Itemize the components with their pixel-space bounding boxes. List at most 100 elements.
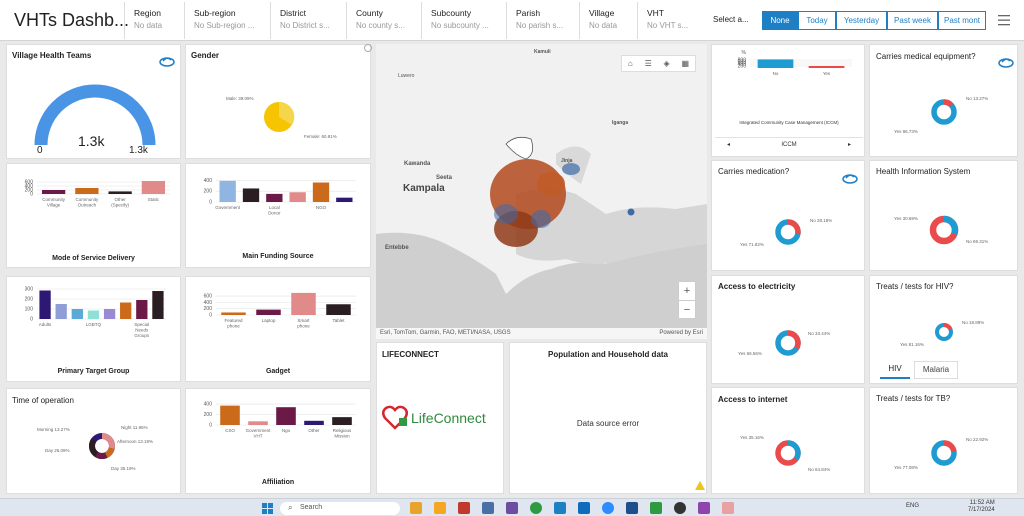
panel-access-electricity: Access to electricity No 33.44% Yes 66.5… [711,275,865,384]
bar-2[interactable] [71,309,83,319]
filter-sub-region[interactable]: Sub-region No Sub-region ... [184,2,270,39]
bar-1[interactable] [256,309,281,315]
gauge-min: 0 [37,145,43,156]
filter-parish[interactable]: Parish No parish s... [506,2,579,39]
chart-title: Affiliation [261,479,295,486]
bar-4[interactable] [332,417,352,425]
panel-title: Treats / tests for TB? [876,394,951,403]
filter-region[interactable]: Region No data [124,2,184,39]
bar-4[interactable] [312,182,330,203]
zoom-icon[interactable] [602,502,614,514]
bar-0[interactable] [220,405,240,425]
map-toolbar: ⌂ ☰ ◈ ▦ [621,55,696,72]
bar-0[interactable] [219,180,236,202]
zoom-out-button[interactable]: − [679,300,695,319]
bar-2[interactable] [276,407,296,425]
app-icon[interactable] [626,502,638,514]
app-icon[interactable] [458,502,470,514]
panel-village-health-teams: Village Health Teams 1.3k 0 1.3k [6,44,181,159]
app-icon[interactable] [650,502,662,514]
app-icon[interactable] [698,502,710,514]
app-icon[interactable] [506,502,518,514]
map-canvas[interactable]: Kamuli Luwero Kawanda Seeta Kampala Igan… [376,44,707,339]
date-option-today[interactable]: Today [798,11,836,30]
y-tick-label: 0 [209,313,212,319]
layer-list-icon[interactable]: ☰ [645,59,652,68]
app-icon[interactable] [722,502,734,514]
bar-1[interactable] [55,304,67,319]
zoom-in-button[interactable]: + [679,282,695,300]
hamburger-menu-icon[interactable] [998,13,1010,26]
tab-hiv[interactable]: HIV [880,361,910,379]
bar-7[interactable] [152,291,164,319]
bar-2[interactable] [291,292,316,315]
donut-medication: No 28.18% Yes 71.82% [740,218,832,247]
bar-1[interactable] [242,188,260,202]
date-option-past-week[interactable]: Past week [887,11,938,30]
layers-icon[interactable]: ◈ [664,59,670,68]
language-indicator[interactable]: ENG [906,503,919,509]
bar-0[interactable] [757,59,794,68]
bar-5[interactable] [120,302,132,320]
chart-primary-target-group: 0 100 200 300 Adults LGBTQ SpecialNeedsGroups [25,287,166,338]
home-icon[interactable]: ⌂ [628,59,633,68]
tab-malaria[interactable]: Malaria [914,361,958,379]
bar-1[interactable] [808,66,845,68]
bar-0[interactable] [41,190,66,194]
bar-6[interactable] [136,300,148,319]
chart-title: Main Funding Source [242,253,314,260]
filter-vht[interactable]: VHT No VHT s... [637,2,703,39]
filter-county[interactable]: County No county s... [346,2,421,39]
bar-2[interactable] [266,193,283,202]
x-tick-label: LGBTQ [86,322,102,327]
expand-icon[interactable] [364,44,372,52]
bar-4[interactable] [103,309,116,319]
bar-5[interactable] [336,197,353,202]
map-view[interactable]: Kamuli Luwero Kawanda Seeta Kampala Igan… [376,44,707,339]
bar-2[interactable] [108,191,132,194]
x-tick-label: Religious [333,428,352,433]
folder-icon[interactable] [434,502,446,514]
chrome-icon[interactable] [530,502,542,514]
date-option-past-month[interactable]: Past mont [938,11,986,30]
bar-3[interactable] [326,304,351,315]
chart-title: Mode of Service Delivery [52,255,135,262]
filter-subcounty[interactable]: Subcounty No subcounty ... [421,2,506,39]
windows-start-icon[interactable] [262,503,273,514]
taskbar-search-input[interactable]: ⌕ Search [280,502,400,515]
bar-3[interactable] [87,310,100,320]
bar-1[interactable] [75,188,99,194]
panel-population-household: Population and Household data Data sourc… [509,342,707,494]
panel-affiliation: 0 200 400 CSO Government VHT Ngo Other Religious… [185,388,371,494]
place-luwero: Luwero [398,73,415,79]
prev-icon[interactable]: ◂ [727,138,730,152]
place-iganga: Iganga [612,120,628,126]
filter-district[interactable]: District No District s... [270,2,346,39]
pie-gender: Male: 39.09% Female: 60.91% [226,96,337,139]
file-explorer-icon[interactable] [410,502,422,514]
bar-3[interactable] [141,181,166,194]
bar-1[interactable] [248,421,268,425]
filter-village[interactable]: Village No data [579,2,637,39]
x-tick-label: Outreach [78,203,97,208]
x-tick-label: Government [246,428,272,433]
bar-0[interactable] [39,290,51,320]
date-option-yesterday[interactable]: Yesterday [836,11,887,30]
y-tick-label: 800 [738,58,747,64]
x-tick-label: phone [297,324,310,329]
app-icon[interactable] [554,502,566,514]
calculator-icon[interactable] [482,502,494,514]
app-icon[interactable] [674,502,686,514]
bar-3[interactable] [289,192,306,202]
bar-0[interactable] [221,312,246,315]
clock[interactable]: 11:52 AM 7/17/2024 [968,500,995,514]
next-icon[interactable]: ▸ [848,138,851,152]
panel-treats-hiv: Treats / tests for HIV? No 18.89% Yes 81… [869,275,1018,384]
basemap-gallery-icon[interactable]: ▦ [682,59,690,68]
panel-iccm: 200 400 600 800 No Yes% Integrated Community … [711,44,865,157]
x-tick-label: Laptop [262,318,276,323]
panel-title: Population and Household data [548,350,668,359]
bar-3[interactable] [304,420,324,425]
word-icon[interactable] [578,502,590,514]
date-option-none[interactable]: None [762,11,798,30]
